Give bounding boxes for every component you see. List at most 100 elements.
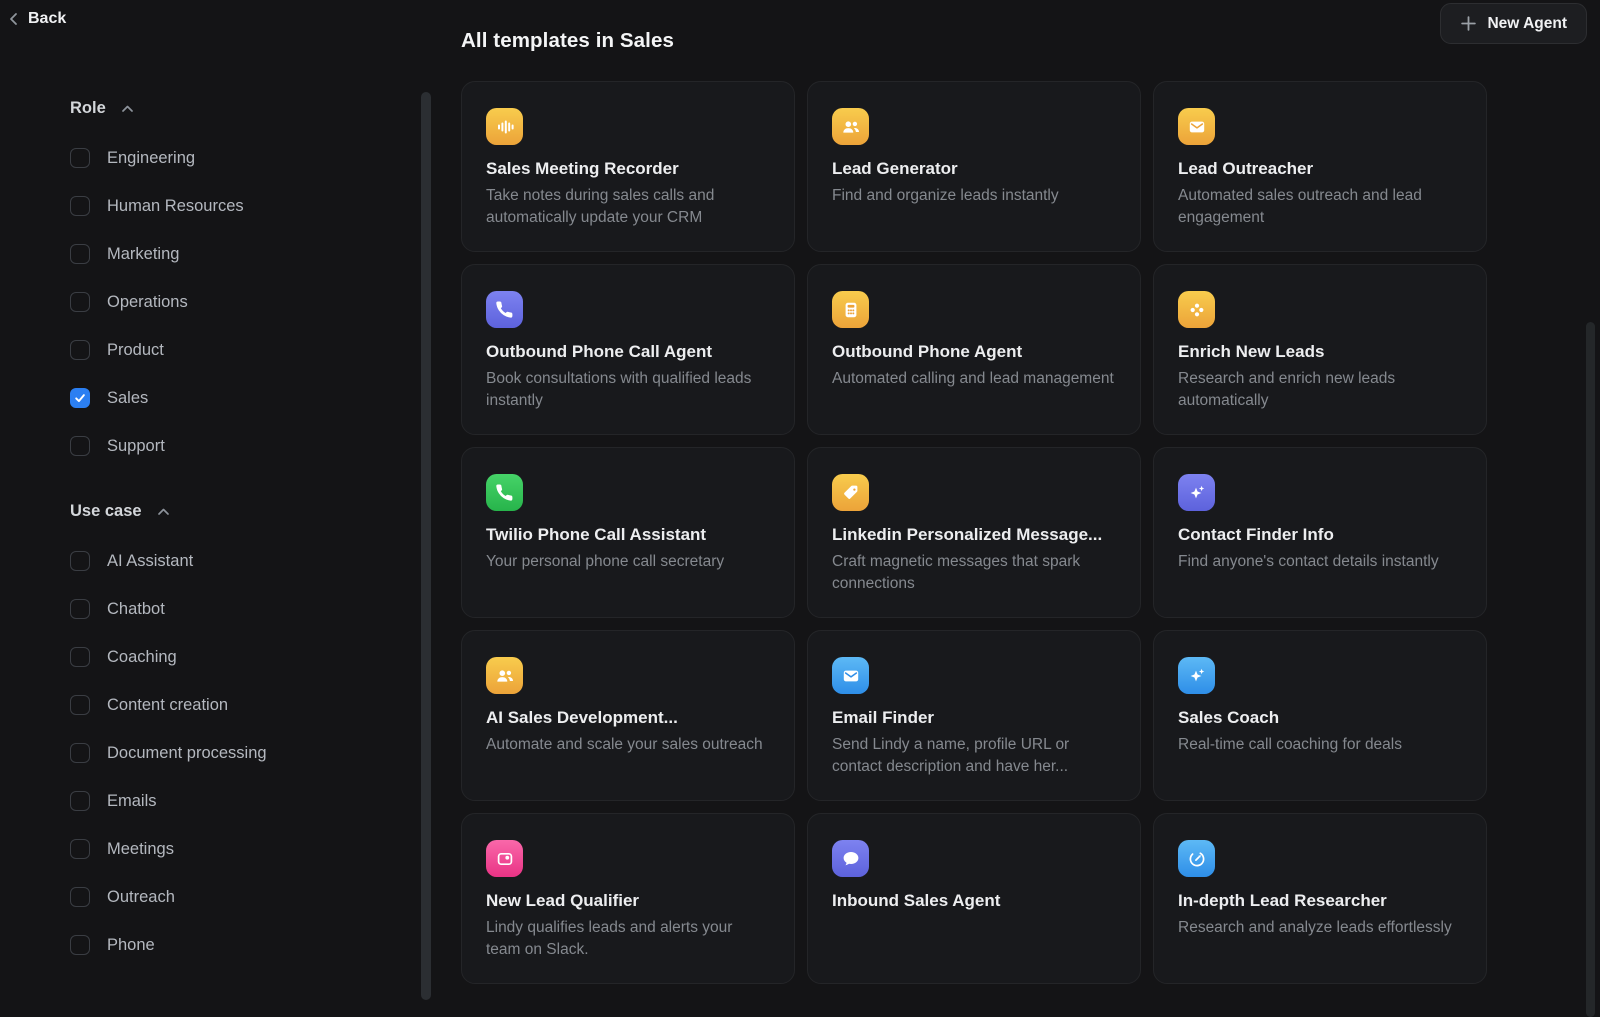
checkbox-content-creation[interactable]	[70, 695, 90, 715]
mail-icon	[1178, 108, 1215, 145]
filter-item-label: Meetings	[107, 840, 174, 859]
checkbox-operations[interactable]	[70, 292, 90, 312]
filter-item-engineering[interactable]: Engineering	[70, 148, 400, 168]
card-title: In-depth Lead Researcher	[1178, 891, 1462, 911]
card-description: Real-time call coaching for deals	[1178, 734, 1462, 756]
filter-item-operations[interactable]: Operations	[70, 292, 400, 312]
chevron-up-icon	[121, 104, 134, 113]
card-title: AI Sales Development...	[486, 708, 770, 728]
sidebar-scrollbar[interactable]	[421, 92, 431, 1000]
filter-item-label: Sales	[107, 389, 148, 408]
template-card-in-depth-lead-researcher[interactable]: In-depth Lead Researcher Research and an…	[1153, 813, 1487, 984]
gauge-icon	[1178, 840, 1215, 877]
card-description: Automate and scale your sales outreach	[486, 734, 770, 756]
checkbox-marketing[interactable]	[70, 244, 90, 264]
filter-item-product[interactable]: Product	[70, 340, 400, 360]
plus-icon	[1460, 15, 1477, 32]
checkbox-coaching[interactable]	[70, 647, 90, 667]
checkbox-emails[interactable]	[70, 791, 90, 811]
card-description: Find and organize leads instantly	[832, 185, 1116, 207]
template-card-email-finder[interactable]: Email Finder Send Lindy a name, profile …	[807, 630, 1141, 801]
card-title: Sales Coach	[1178, 708, 1462, 728]
filter-item-outreach[interactable]: Outreach	[70, 887, 400, 907]
section-title-label: Use case	[70, 502, 142, 521]
checkbox-product[interactable]	[70, 340, 90, 360]
photo-icon	[486, 840, 523, 877]
template-card-lead-generator[interactable]: Lead Generator Find and organize leads i…	[807, 81, 1141, 252]
template-card-twilio-phone-call-assistant[interactable]: Twilio Phone Call Assistant Your persona…	[461, 447, 795, 618]
filter-sidebar: Role Engineering Human Resources Marketi…	[70, 96, 400, 955]
section-header-use-case[interactable]: Use case	[70, 499, 400, 523]
card-title: Outbound Phone Call Agent	[486, 342, 770, 362]
filter-item-label: Marketing	[107, 245, 179, 264]
filter-item-marketing[interactable]: Marketing	[70, 244, 400, 264]
template-card-lead-outreacher[interactable]: Lead Outreacher Automated sales outreach…	[1153, 81, 1487, 252]
template-card-new-lead-qualifier[interactable]: New Lead Qualifier Lindy qualifies leads…	[461, 813, 795, 984]
back-button[interactable]: Back	[8, 10, 66, 28]
card-description: Your personal phone call secretary	[486, 551, 770, 573]
waveform-icon	[486, 108, 523, 145]
filter-item-label: Emails	[107, 792, 157, 811]
filter-item-label: Support	[107, 437, 165, 456]
page-title: All templates in Sales	[461, 29, 674, 53]
card-description: Send Lindy a name, profile URL or contac…	[832, 734, 1116, 777]
template-card-sales-meeting-recorder[interactable]: Sales Meeting Recorder Take notes during…	[461, 81, 795, 252]
card-title: Contact Finder Info	[1178, 525, 1462, 545]
phone-icon	[486, 291, 523, 328]
checkbox-chatbot[interactable]	[70, 599, 90, 619]
card-title: New Lead Qualifier	[486, 891, 770, 911]
filter-item-phone[interactable]: Phone	[70, 935, 400, 955]
template-card-ai-sales-development[interactable]: AI Sales Development... Automate and sca…	[461, 630, 795, 801]
filter-item-sales[interactable]: Sales	[70, 388, 400, 408]
checkbox-sales-checked[interactable]	[70, 388, 90, 408]
checkbox-support[interactable]	[70, 436, 90, 456]
card-description: Automated sales outreach and lead engage…	[1178, 185, 1462, 228]
checkbox-phone[interactable]	[70, 935, 90, 955]
filter-item-content-creation[interactable]: Content creation	[70, 695, 400, 715]
template-card-enrich-new-leads[interactable]: Enrich New Leads Research and enrich new…	[1153, 264, 1487, 435]
checkbox-document-processing[interactable]	[70, 743, 90, 763]
filter-item-label: Document processing	[107, 744, 267, 763]
filter-item-chatbot[interactable]: Chatbot	[70, 599, 400, 619]
filter-item-label: AI Assistant	[107, 552, 193, 571]
sparkles-icon	[1178, 474, 1215, 511]
card-title: Twilio Phone Call Assistant	[486, 525, 770, 545]
filter-item-human-resources[interactable]: Human Resources	[70, 196, 400, 216]
filter-item-support[interactable]: Support	[70, 436, 400, 456]
filter-item-meetings[interactable]: Meetings	[70, 839, 400, 859]
new-agent-button[interactable]: New Agent	[1440, 3, 1587, 44]
main-scrollbar[interactable]	[1586, 322, 1595, 1017]
tag-icon	[832, 474, 869, 511]
template-card-outbound-phone-agent[interactable]: Outbound Phone Agent Automated calling a…	[807, 264, 1141, 435]
new-agent-label: New Agent	[1487, 15, 1567, 33]
template-card-contact-finder-info[interactable]: Contact Finder Info Find anyone's contac…	[1153, 447, 1487, 618]
card-title: Outbound Phone Agent	[832, 342, 1116, 362]
checkmark-icon	[74, 392, 86, 404]
filter-item-emails[interactable]: Emails	[70, 791, 400, 811]
checkbox-outreach[interactable]	[70, 887, 90, 907]
filter-item-label: Content creation	[107, 696, 228, 715]
section-header-role[interactable]: Role	[70, 96, 400, 120]
checkbox-meetings[interactable]	[70, 839, 90, 859]
filter-item-label: Coaching	[107, 648, 177, 667]
template-card-sales-coach[interactable]: Sales Coach Real-time call coaching for …	[1153, 630, 1487, 801]
card-title: Email Finder	[832, 708, 1116, 728]
filter-item-document-processing[interactable]: Document processing	[70, 743, 400, 763]
chevron-left-icon	[8, 12, 19, 26]
checkbox-engineering[interactable]	[70, 148, 90, 168]
chat-bubble-icon	[832, 840, 869, 877]
card-title: Sales Meeting Recorder	[486, 159, 770, 179]
filter-item-ai-assistant[interactable]: AI Assistant	[70, 551, 400, 571]
checkbox-ai-assistant[interactable]	[70, 551, 90, 571]
checkbox-human-resources[interactable]	[70, 196, 90, 216]
card-title: Enrich New Leads	[1178, 342, 1462, 362]
card-description: Book consultations with qualified leads …	[486, 368, 770, 411]
filter-item-coaching[interactable]: Coaching	[70, 647, 400, 667]
card-description: Research and enrich new leads automatica…	[1178, 368, 1462, 411]
calculator-icon	[832, 291, 869, 328]
card-description: Find anyone's contact details instantly	[1178, 551, 1462, 573]
template-card-outbound-phone-call-agent[interactable]: Outbound Phone Call Agent Book consultat…	[461, 264, 795, 435]
template-card-inbound-sales-agent[interactable]: Inbound Sales Agent	[807, 813, 1141, 984]
mail-icon	[832, 657, 869, 694]
template-card-linkedin-personalized-message[interactable]: Linkedin Personalized Message... Craft m…	[807, 447, 1141, 618]
